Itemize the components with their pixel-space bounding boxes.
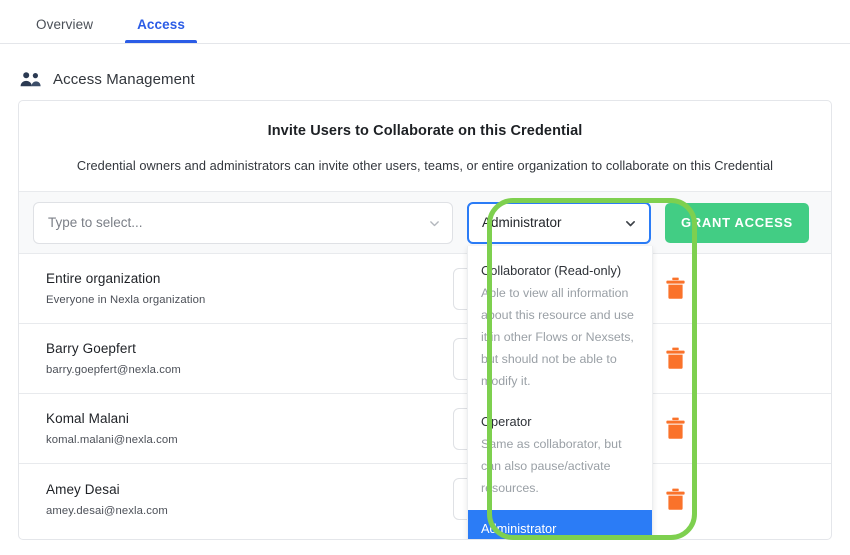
role-dropdown-menu[interactable]: Collaborator (Read-only) Able to view al… (467, 245, 653, 541)
role-option-collaborator[interactable]: Collaborator (Read-only) Able to view al… (468, 252, 652, 403)
section-header: Access Management (0, 44, 850, 94)
row-identity: Komal Malani komal.malani@nexla.com (33, 411, 453, 446)
tab-access-label: Access (137, 17, 185, 32)
role-select-value: Administrator (482, 215, 562, 230)
role-option-operator-name: Operator (481, 413, 532, 429)
trash-icon[interactable] (665, 488, 686, 511)
people-group-icon (20, 71, 42, 88)
role-option-operator[interactable]: Operator Same as collaborator, but can a… (468, 403, 652, 510)
row-delete-cell (637, 347, 817, 370)
row-delete-cell (637, 417, 817, 440)
role-option-collaborator-name: Collaborator (Read-only) (481, 262, 622, 278)
role-select-wrapper: Administrator Collaborator (Read-only) A… (467, 201, 653, 539)
row-subtext: amey.desai@nexla.com (46, 504, 168, 517)
row-delete-cell (637, 277, 817, 300)
table-row: Amey Desai amey.desai@nexla.com Administ… (19, 464, 831, 534)
access-list: Entire organization Everyone in Nexla or… (19, 254, 831, 534)
section-title: Access Management (53, 70, 195, 88)
row-delete-cell (637, 488, 817, 511)
card-subtitle: Credential owners and administrators can… (76, 158, 774, 173)
access-card: Invite Users to Collaborate on this Cred… (18, 100, 832, 540)
trash-icon[interactable] (665, 347, 686, 370)
card-title: Invite Users to Collaborate on this Cred… (267, 123, 583, 139)
row-identity: Entire organization Everyone in Nexla or… (33, 271, 453, 306)
row-name: Barry Goepfert (46, 341, 136, 356)
tab-access[interactable]: Access (115, 17, 207, 43)
table-row: Entire organization Everyone in Nexla or… (19, 254, 831, 324)
role-select[interactable]: Administrator (467, 201, 651, 244)
table-row: Barry Goepfert barry.goepfert@nexla.com … (19, 324, 831, 394)
row-identity: Amey Desai amey.desai@nexla.com (33, 482, 453, 517)
role-option-operator-desc: Same as collaborator, but can also pause… (481, 436, 622, 495)
tab-bar: Overview Access (0, 0, 850, 44)
row-name: Entire organization (46, 271, 161, 286)
row-subtext: komal.malani@nexla.com (46, 434, 178, 446)
card-header: Invite Users to Collaborate on this Cred… (19, 101, 831, 192)
row-name: Komal Malani (46, 411, 129, 426)
user-select-input[interactable]: Type to select... (33, 201, 453, 244)
user-select-value: Type to select... (48, 215, 143, 230)
chevron-down-icon (625, 217, 636, 228)
row-subtext: barry.goepfert@nexla.com (46, 364, 181, 376)
row-name: Amey Desai (46, 481, 120, 497)
trash-icon[interactable] (665, 417, 686, 440)
tab-overview[interactable]: Overview (14, 17, 115, 43)
role-option-administrator[interactable]: Administrator Full administrative rights… (468, 509, 652, 541)
role-option-administrator-name: Administrator (481, 520, 557, 536)
access-management-page: Overview Access Access Management Invite… (0, 0, 850, 555)
chevron-down-icon (429, 217, 440, 228)
grant-access-button[interactable]: GRANT ACCESS (665, 202, 809, 243)
invite-toolbar: Type to select... Administrator Collabor… (19, 192, 831, 539)
tab-overview-label: Overview (36, 17, 94, 32)
table-row: Komal Malani komal.malani@nexla.com Coll… (19, 394, 831, 464)
role-option-administrator-desc: Full administrative rights to this resou… (481, 540, 639, 541)
row-identity: Barry Goepfert barry.goepfert@nexla.com (33, 341, 453, 376)
row-subtext: Everyone in Nexla organization (46, 294, 206, 306)
role-option-collaborator-desc: Able to view all information about this … (481, 285, 634, 388)
trash-icon[interactable] (665, 277, 686, 300)
